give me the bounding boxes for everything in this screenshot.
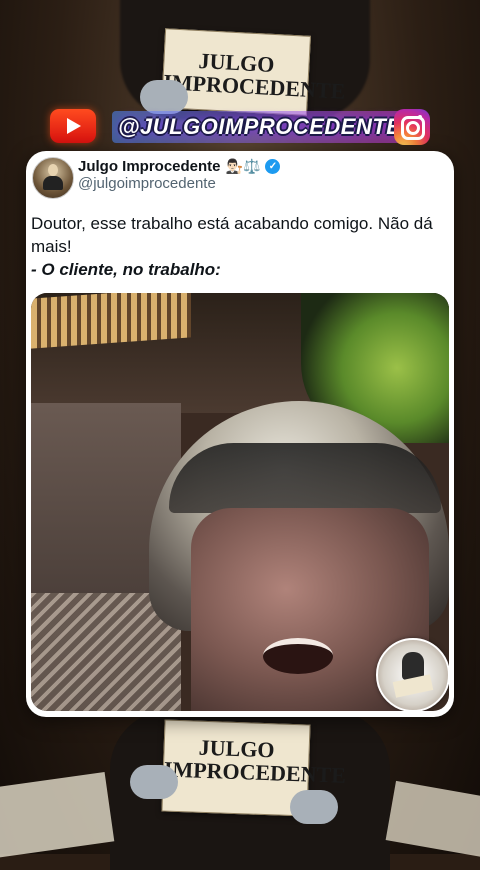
author-emoji: 👨🏻‍⚖️⚖️ bbox=[225, 157, 261, 174]
background-hand-right-bottom bbox=[290, 790, 338, 824]
tweet-quote-line: - O cliente, no trabalho: bbox=[31, 260, 221, 279]
tweet-body: Doutor, esse trabalho está acabando comi… bbox=[31, 212, 441, 281]
author-name[interactable]: Julgo Improcedente bbox=[78, 158, 221, 175]
youtube-icon[interactable] bbox=[50, 109, 96, 143]
background-hand-left-bottom bbox=[130, 765, 178, 799]
instagram-lens-icon bbox=[406, 121, 420, 135]
watermark-sign bbox=[392, 674, 434, 698]
author-username[interactable]: @julgoimprocedente bbox=[78, 175, 216, 192]
play-triangle-icon bbox=[67, 118, 81, 134]
instagram-icon[interactable] bbox=[394, 109, 430, 145]
watermark-logo-icon bbox=[376, 638, 449, 711]
tweet-text: Doutor, esse trabalho está acabando comi… bbox=[31, 214, 433, 256]
social-bar: @JULGOIMPROCEDENTE bbox=[50, 107, 430, 147]
media-helmet-visor bbox=[169, 443, 441, 513]
avatar-face bbox=[48, 164, 58, 176]
instagram-flash-icon bbox=[418, 115, 422, 119]
media-mouth bbox=[263, 638, 333, 674]
tweet-media[interactable] bbox=[31, 293, 449, 711]
verified-badge-icon: ✓ bbox=[265, 158, 281, 174]
background-sign-bottom: JULGO IMPROCEDENTE bbox=[161, 719, 346, 817]
author-row: Julgo Improcedente 👨🏻‍⚖️⚖️ ✓ bbox=[78, 156, 281, 176]
avatar-body bbox=[43, 176, 63, 190]
social-handle[interactable]: @JULGOIMPROCEDENTE bbox=[112, 111, 408, 143]
avatar[interactable] bbox=[32, 157, 74, 199]
tweet-card: Julgo Improcedente 👨🏻‍⚖️⚖️ ✓ @julgoimpro… bbox=[26, 151, 454, 717]
